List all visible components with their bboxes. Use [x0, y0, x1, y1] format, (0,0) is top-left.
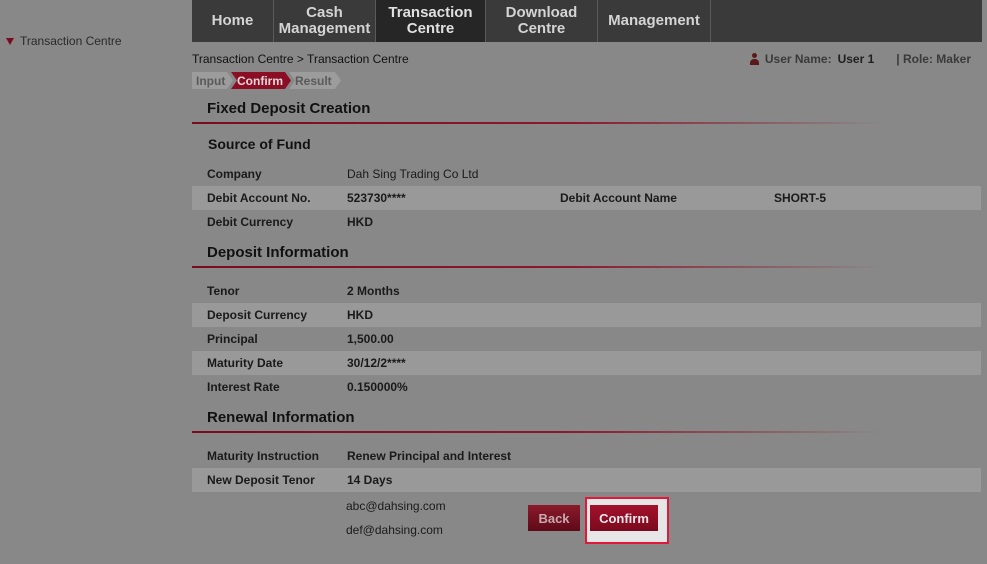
company-label: Company — [207, 167, 262, 181]
email-address: abc@dahsing.com — [346, 499, 446, 513]
debit-account-name-value: SHORT-5 — [774, 191, 827, 205]
debit-currency-row: Debit Currency HKD — [192, 210, 981, 234]
sidebar-item-label: Transaction Centre — [20, 34, 122, 48]
tab-management[interactable]: Management — [598, 0, 711, 42]
step-indicator: Input Confirm Result — [192, 72, 339, 89]
user-name-value: User 1 — [837, 52, 875, 66]
tab-cash-management[interactable]: Cash Management — [274, 0, 376, 42]
principal-label: Principal — [207, 332, 258, 346]
source-of-fund-title: Source of Fund — [208, 136, 311, 152]
step-result: Result — [289, 72, 341, 89]
user-bar: User Name: User 1 | Role: Maker — [749, 52, 971, 66]
table-row: Principal 1,500.00 — [192, 327, 981, 351]
step-input: Input — [192, 72, 233, 89]
triangle-down-icon — [6, 37, 14, 45]
email-address: def@dahsing.com — [346, 523, 443, 537]
table-row: Maturity Date 30/12/2**** — [192, 351, 981, 375]
section-divider — [192, 266, 882, 268]
principal-value: 1,500.00 — [347, 332, 394, 346]
deposit-information-title: Deposit Information — [207, 244, 349, 261]
tab-transaction-centre[interactable]: Transaction Centre — [376, 0, 486, 42]
table-row: Tenor 2 Months — [192, 279, 981, 303]
debit-account-no-label: Debit Account No. — [207, 191, 311, 205]
interest-rate-value: 0.150000% — [347, 380, 408, 394]
step-confirm: Confirm — [231, 72, 291, 89]
maturity-date-label: Maturity Date — [207, 356, 284, 370]
tab-download-centre[interactable]: Download Centre — [486, 0, 598, 42]
maturity-instruction-value: Renew Principal and Interest — [347, 449, 512, 463]
debit-account-no-value: 523730**** — [347, 191, 406, 205]
section-divider — [192, 122, 882, 124]
top-nav: Home Cash Management Transaction Centre … — [192, 0, 982, 42]
user-role: | Role: Maker — [896, 52, 971, 66]
company-row: Company Dah Sing Trading Co Ltd — [192, 162, 981, 186]
table-row: Interest Rate 0.150000% — [192, 375, 981, 399]
table-row: Maturity Instruction Renew Principal and… — [192, 444, 981, 468]
new-deposit-tenor-value: 14 Days — [347, 473, 393, 487]
new-deposit-tenor-label: New Deposit Tenor — [207, 473, 315, 487]
sidebar-item-transaction-centre[interactable]: Transaction Centre — [6, 34, 122, 48]
renewal-information-title: Renewal Information — [207, 409, 355, 426]
section-divider — [192, 431, 882, 433]
deposit-currency-label: Deposit Currency — [207, 308, 308, 322]
tab-home[interactable]: Home — [192, 0, 274, 42]
confirm-button[interactable]: Confirm — [590, 505, 658, 531]
breadcrumb: Transaction Centre > Transaction Centre — [192, 52, 409, 66]
deposit-currency-value: HKD — [347, 308, 373, 322]
interest-rate-label: Interest Rate — [207, 380, 280, 394]
table-row: Deposit Currency HKD — [192, 303, 981, 327]
debit-account-name-label: Debit Account Name — [560, 191, 677, 205]
back-button[interactable]: Back — [528, 505, 580, 531]
user-name-label: User Name: — [764, 52, 832, 66]
maturity-instruction-label: Maturity Instruction — [207, 449, 320, 463]
table-row: New Deposit Tenor 14 Days — [192, 468, 981, 492]
company-value: Dah Sing Trading Co Ltd — [347, 167, 479, 181]
user-icon — [749, 53, 759, 65]
sidebar: Transaction Centre — [0, 0, 185, 564]
tenor-label: Tenor — [207, 284, 240, 298]
debit-currency-label: Debit Currency — [207, 215, 294, 229]
maturity-date-value: 30/12/2**** — [347, 356, 406, 370]
tenor-value: 2 Months — [347, 284, 400, 298]
page-title: Fixed Deposit Creation — [207, 100, 371, 117]
debit-account-row: Debit Account No. 523730**** Debit Accou… — [192, 186, 981, 210]
debit-currency-value: HKD — [347, 215, 373, 229]
